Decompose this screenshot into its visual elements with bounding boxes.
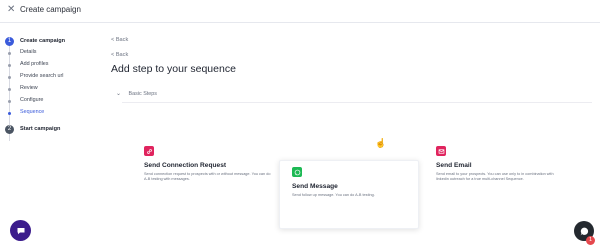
chat-bubble-icon (580, 227, 588, 235)
step-2-number: 2 (5, 125, 14, 134)
card-description: Send connection request to prospects wit… (144, 172, 271, 181)
message-icon (292, 167, 302, 177)
chevron-down-icon: ⌄ (116, 91, 122, 97)
accordion-label: Basic Steps (128, 91, 157, 97)
chat-bubble-icon (17, 227, 24, 234)
substep-details[interactable]: Details (20, 49, 36, 55)
close-icon[interactable]: ✕ (7, 4, 15, 15)
card-title: Send Connection Request (144, 162, 227, 169)
substep-dot (8, 100, 11, 103)
top-bar: ✕ Create campaign (0, 0, 600, 23)
substep-configure[interactable]: Configure (20, 97, 43, 103)
mouse-pointer-icon: ☝ (375, 138, 387, 148)
card-description: Send follow up message. You can do A-B t… (292, 193, 375, 197)
wizard-sidebar: 1 Create campaign Details Add profiles P… (0, 22, 100, 249)
card-title: Send Email (436, 162, 472, 169)
card-description: Send email to your prospects. You can us… (436, 172, 554, 181)
back-link-secondary[interactable]: < Back (111, 52, 128, 58)
page-title: Add step to your sequence (111, 63, 236, 75)
page-header-title: Create campaign (20, 5, 81, 14)
main-content: < Back < Back Add step to your sequence … (100, 22, 600, 249)
substep-dot (8, 52, 11, 55)
substep-provide-search-url[interactable]: Provide search url (20, 73, 63, 79)
back-link[interactable]: < Back (111, 37, 128, 43)
substep-dot (8, 88, 11, 91)
substep-add-profiles[interactable]: Add profiles (20, 61, 48, 67)
substep-sequence[interactable]: Sequence (20, 109, 44, 115)
substep-dot-active (8, 112, 11, 115)
step-card-send-message[interactable]: Send Message Send follow up message. You… (279, 160, 419, 229)
step-2-title[interactable]: Start campaign (20, 126, 60, 132)
substep-review[interactable]: Review (20, 85, 38, 91)
substep-dot (8, 76, 11, 79)
step-card-send-email[interactable]: Send Email Send email to your prospects.… (436, 142, 561, 204)
email-icon (436, 146, 446, 156)
card-title: Send Message (292, 183, 338, 190)
link-icon (144, 146, 154, 156)
notification-badge: 1 (586, 236, 595, 245)
divider (122, 102, 592, 103)
basic-steps-accordion[interactable]: ⌄ Basic Steps (116, 90, 157, 97)
chat-launcher-button[interactable] (10, 220, 31, 241)
step-card-connection-request[interactable]: Send Connection Request Send connection … (144, 142, 271, 204)
step-1-number: 1 (5, 37, 14, 46)
substep-dot (8, 64, 11, 67)
step-1-title[interactable]: Create campaign (20, 38, 65, 44)
